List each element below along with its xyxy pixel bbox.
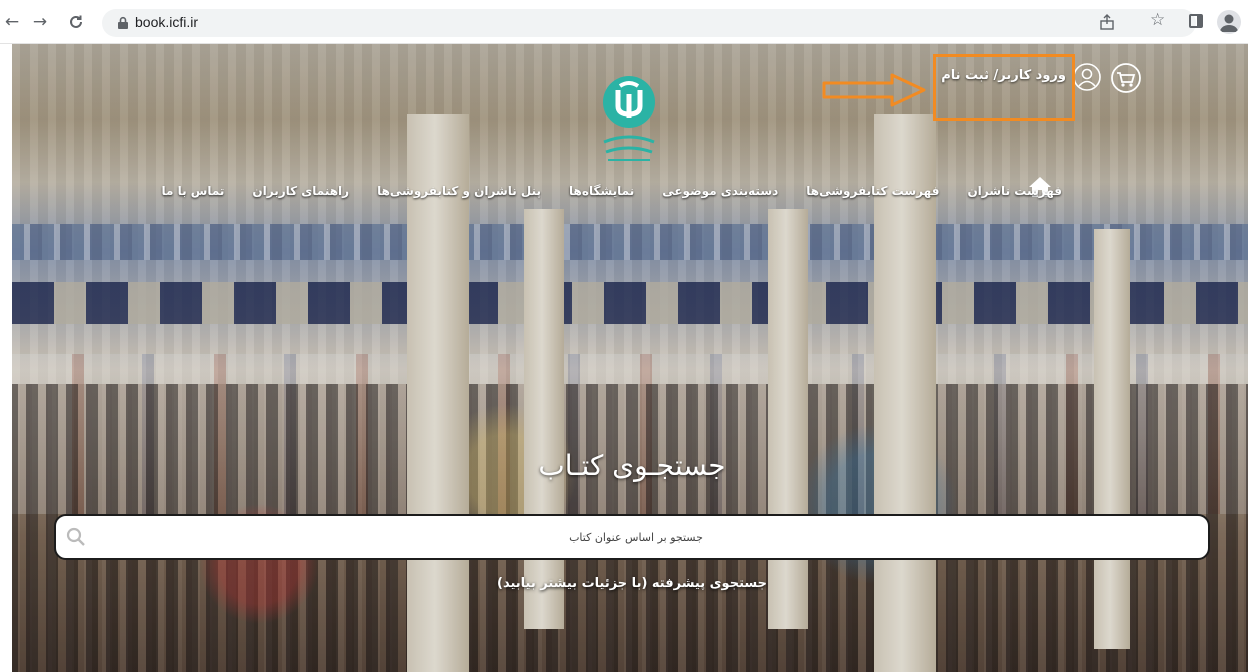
search-input[interactable] (96, 524, 1176, 550)
cart-icon[interactable] (1110, 62, 1142, 94)
annotation-arrow-icon (822, 73, 926, 107)
annotation-highlight-box (933, 54, 1075, 121)
nav-item-contact[interactable]: تماس با ما (161, 184, 224, 198)
nav-item-bookstores[interactable]: فهرست کتابفروشی‌ها (806, 184, 939, 198)
user-icon[interactable] (1072, 62, 1102, 92)
url-text: book.icfi.ir (135, 14, 199, 30)
bookmark-star-icon[interactable]: ☆ (1150, 10, 1165, 30)
search-icon[interactable] (66, 527, 86, 547)
side-panel-icon[interactable] (1189, 14, 1203, 28)
advanced-search-link[interactable]: جستجوی پیشرفته (با جزئیات بیشتر بیابید) (482, 576, 782, 591)
forward-arrow-icon[interactable]: → (28, 10, 52, 34)
profile-avatar[interactable] (1217, 10, 1241, 34)
lock-icon (118, 16, 128, 29)
browser-toolbar: ← → book.icfi.ir ☆ (0, 0, 1248, 44)
search-title: جستجـوی کتـاب (538, 449, 726, 482)
back-arrow-icon[interactable]: ← (0, 10, 24, 34)
main-nav: فهرست ناشران فهرست کتابفروشی‌ها دسته‌بند… (161, 178, 1062, 204)
nav-item-categories[interactable]: دسته‌بندی موضوعی (662, 184, 778, 198)
share-icon[interactable] (1099, 14, 1115, 30)
search-box (54, 514, 1210, 560)
icfi-logo-icon[interactable] (598, 72, 660, 168)
address-bar[interactable]: book.icfi.ir (102, 9, 1196, 37)
nav-item-exhibitions[interactable]: نمایشگاه‌ها (569, 184, 634, 198)
reload-icon[interactable] (64, 10, 88, 34)
hero-background: ورود کاربر/ ثبت نام فهرست ناشران فهرست ک… (12, 44, 1248, 672)
nav-item-user-guide[interactable]: راهنمای کاربران (252, 184, 349, 198)
nav-item-publisher-panel[interactable]: پنل ناشران و کتابفروشی‌ها (377, 184, 541, 198)
nav-item-publishers[interactable]: فهرست ناشران (967, 184, 1062, 198)
